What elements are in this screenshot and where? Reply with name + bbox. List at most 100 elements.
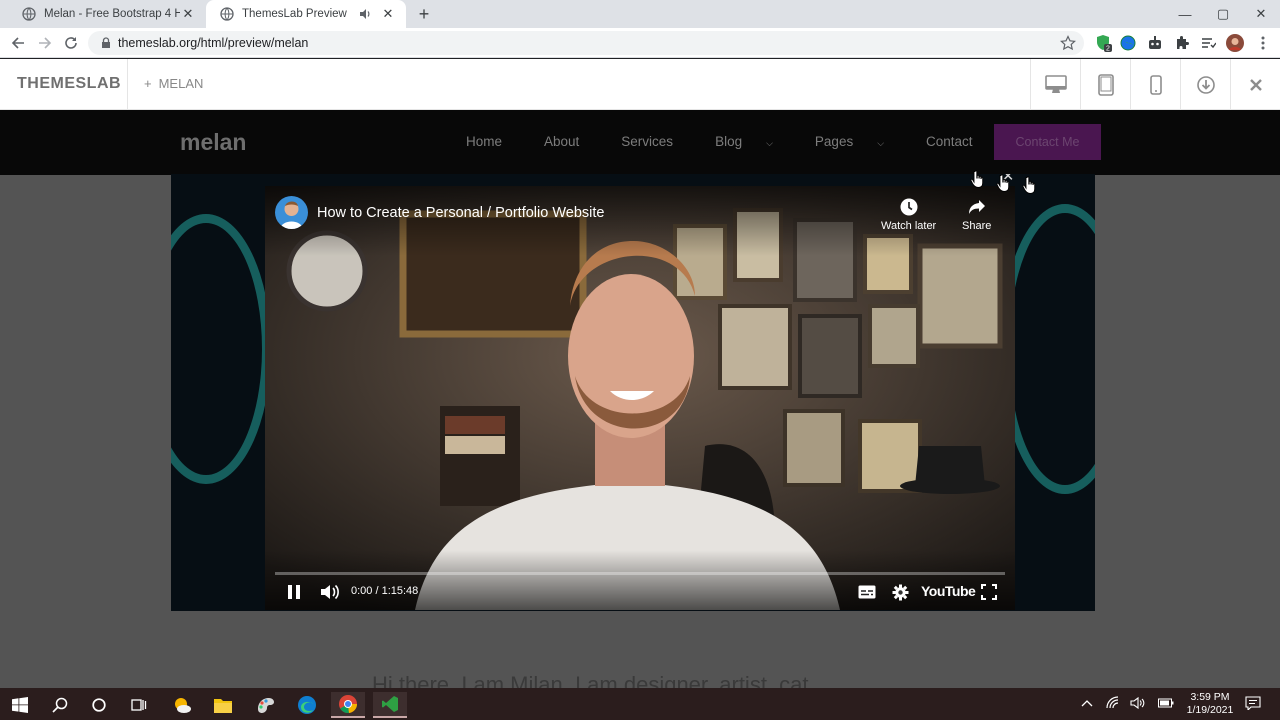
watch-later-button[interactable]: Watch later: [881, 198, 936, 232]
tab-close-icon[interactable]: ✕: [180, 6, 196, 22]
clock-date: 1/19/2021: [1186, 704, 1234, 716]
website-page: melan Home About Services Blog ⌵ Pages ⌵ C…: [0, 110, 1280, 688]
youtube-player[interactable]: How to Create a Personal / Portfolio Web…: [265, 186, 1015, 610]
desktop-view-button[interactable]: [1030, 59, 1080, 110]
channel-avatar[interactable]: [275, 196, 308, 229]
volume-icon: [321, 584, 339, 600]
cortana-icon: [92, 698, 106, 712]
pause-icon: [288, 585, 300, 599]
notifications-icon[interactable]: [1244, 694, 1262, 712]
mobile-icon: [1149, 74, 1162, 95]
start-button[interactable]: [3, 692, 37, 718]
robot-extension-icon[interactable]: [1146, 34, 1164, 52]
video-title[interactable]: How to Create a Personal / Portfolio Web…: [317, 205, 604, 221]
hero-heading: Hi there, I am Milan, I am designer, art…: [372, 672, 809, 688]
puzzle-extensions-icon[interactable]: [1173, 34, 1191, 52]
mobile-view-button[interactable]: [1130, 59, 1180, 110]
contact-me-button[interactable]: Contact Me: [994, 124, 1101, 160]
desktop-icon: [1044, 74, 1067, 93]
window-controls: — ▢ ✕: [1166, 0, 1280, 28]
reading-list-icon[interactable]: [1199, 34, 1217, 52]
tab-themeslab-preview[interactable]: ThemesLab Preview ✕: [206, 0, 406, 28]
paint-app-icon[interactable]: [248, 692, 282, 718]
task-view-button[interactable]: [122, 692, 156, 718]
tab-melan[interactable]: Melan - Free Bootstrap 4 HTML5 ✕: [8, 0, 206, 28]
browser-tab-strip: Melan - Free Bootstrap 4 HTML5 ✕ ThemesL…: [0, 0, 1280, 28]
site-menu: Home About Services Blog ⌵ Pages ⌵ Contact: [466, 134, 1015, 149]
shield-extension-icon[interactable]: 2: [1094, 34, 1112, 52]
chrome-browser-icon[interactable]: [331, 692, 365, 718]
url-text[interactable]: themeslab.org/html/preview/melan: [118, 36, 1060, 50]
download-button[interactable]: [1180, 59, 1230, 110]
minimize-icon[interactable]: —: [1166, 0, 1204, 28]
youtube-logo[interactable]: YouTube: [921, 583, 976, 599]
share-button[interactable]: Share: [962, 198, 991, 232]
system-clock[interactable]: 3:59 PM 1/19/2021: [1180, 691, 1240, 717]
site-navbar: melan Home About Services Blog ⌵ Pages ⌵ C…: [0, 110, 1280, 175]
menu-item-home[interactable]: Home: [466, 134, 523, 149]
menu-item-pages[interactable]: Pages ⌵: [815, 134, 905, 149]
tablet-view-button[interactable]: [1080, 59, 1130, 110]
volume-button[interactable]: [319, 582, 341, 602]
search-button[interactable]: [43, 692, 77, 718]
back-icon[interactable]: [7, 33, 29, 53]
vscode-app-icon[interactable]: [373, 692, 407, 718]
watch-later-label: Watch later: [881, 220, 937, 232]
subtitles-icon: [858, 585, 876, 599]
chevron-down-icon: ⌵: [877, 138, 885, 148]
new-tab-button[interactable]: +: [414, 4, 434, 24]
background-glow: [171, 214, 271, 484]
hand-cursor-icon: [996, 174, 1010, 192]
fullscreen-button[interactable]: [979, 582, 999, 602]
chrome-menu-icon[interactable]: [1254, 34, 1272, 52]
globe-icon: [22, 7, 36, 21]
chevron-down-icon: ⌵: [766, 138, 773, 148]
lock-icon[interactable]: [100, 37, 112, 49]
forward-icon[interactable]: [34, 33, 56, 53]
download-icon: [1196, 75, 1215, 94]
tab-close-icon[interactable]: ✕: [380, 6, 396, 22]
subtitles-button[interactable]: [857, 582, 877, 602]
tablet-icon: [1097, 73, 1114, 96]
wifi-icon[interactable]: [1104, 694, 1122, 712]
settings-button[interactable]: [890, 582, 910, 602]
weather-app-icon[interactable]: [165, 692, 199, 718]
windows-logo-icon: [12, 697, 28, 713]
gear-icon: [892, 584, 908, 600]
globe-extension-icon[interactable]: [1119, 34, 1137, 52]
divider: [127, 59, 128, 110]
address-bar[interactable]: themeslab.org/html/preview/melan: [88, 31, 1084, 55]
file-explorer-icon[interactable]: [206, 692, 240, 718]
menu-label: Contact: [926, 134, 973, 149]
battery-icon[interactable]: [1157, 694, 1175, 712]
menu-label: About: [544, 134, 580, 149]
menu-item-services[interactable]: Services: [621, 134, 694, 149]
menu-item-blog[interactable]: Blog ⌵: [715, 134, 794, 149]
themeslab-logo[interactable]: THEMESLAB: [17, 75, 121, 93]
share-icon: [968, 200, 985, 214]
menu-item-about[interactable]: About: [544, 134, 600, 149]
volume-tray-icon[interactable]: [1129, 694, 1147, 712]
clock-icon: [900, 198, 918, 216]
clock-time: 3:59 PM: [1190, 691, 1230, 703]
reload-icon[interactable]: [60, 33, 82, 53]
speaker-icon[interactable]: [358, 7, 372, 21]
progress-bar[interactable]: [275, 572, 1005, 575]
edge-browser-icon[interactable]: [290, 692, 324, 718]
theme-name: MELAN: [158, 76, 204, 91]
profile-avatar[interactable]: [1226, 34, 1244, 52]
close-preview-button[interactable]: [1230, 59, 1280, 110]
hand-cursor-icon: [970, 170, 984, 188]
window-close-icon[interactable]: ✕: [1242, 0, 1280, 28]
menu-label: Pages: [814, 134, 854, 149]
maximize-icon[interactable]: ▢: [1204, 0, 1242, 28]
menu-label: Services: [621, 134, 674, 149]
bookmark-star-icon[interactable]: [1060, 35, 1076, 51]
windows-taskbar: 3:59 PM 1/19/2021: [0, 688, 1280, 720]
cortana-button[interactable]: [82, 692, 116, 718]
chevron-up-icon[interactable]: [1078, 694, 1096, 712]
menu-item-contact[interactable]: Contact: [926, 134, 994, 149]
theme-selector[interactable]: + MELAN: [144, 76, 203, 91]
pause-button[interactable]: [285, 582, 303, 602]
site-logo[interactable]: melan: [180, 129, 246, 156]
